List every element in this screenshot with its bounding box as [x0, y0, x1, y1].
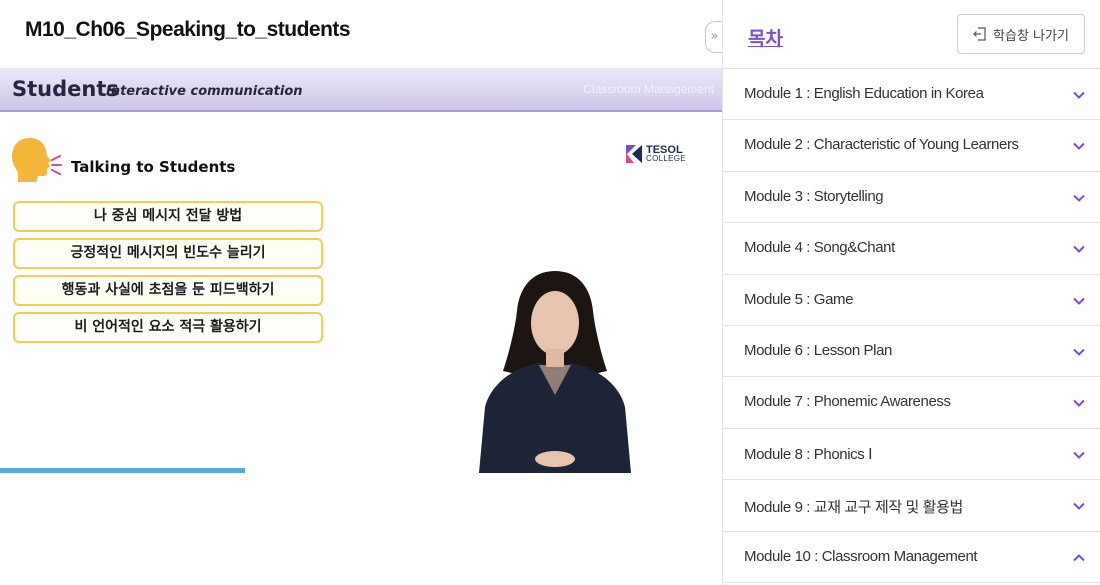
lesson-pane: M10_Ch06_Speaking_to_students » Students… — [0, 0, 723, 585]
slide-header-title: Students — [12, 77, 119, 101]
module-item[interactable]: Module 1 : English Education in Korea — [723, 69, 1100, 121]
chevron-down-icon — [1073, 245, 1085, 254]
speaking-head-icon — [12, 138, 62, 182]
module-item[interactable]: Module 8 : Phonics Ⅰ — [723, 429, 1100, 481]
module-label: Module 7 : Phonemic Awareness — [744, 393, 951, 411]
module-label: Module 8 : Phonics Ⅰ — [744, 445, 873, 463]
module-item[interactable]: Module 10 : Classroom Management — [723, 532, 1100, 583]
module-item[interactable]: Module 2 : Characteristic of Young Learn… — [723, 120, 1100, 172]
video-player[interactable]: Students Interactive communication Class… — [0, 68, 722, 473]
chevron-down-icon — [1073, 451, 1085, 459]
lms-player: M10_Ch06_Speaking_to_students » Students… — [0, 0, 1100, 585]
module-item[interactable]: Module 5 : Game — [723, 275, 1100, 326]
module-list: Module 1 : English Education in Korea Mo… — [723, 68, 1100, 583]
module-label: Module 2 : Characteristic of Young Learn… — [744, 136, 1019, 154]
college-logo-text: COLLEGE — [646, 154, 686, 163]
tip-item: 비 언어적인 요소 적극 활용하기 — [13, 312, 323, 343]
module-label: Module 6 : Lesson Plan — [744, 341, 892, 359]
chevron-down-icon — [1073, 297, 1085, 305]
module-label: Module 1 : English Education in Korea — [744, 85, 984, 102]
module-label: Module 5 : Game — [744, 290, 854, 308]
chevron-down-icon — [1073, 91, 1085, 99]
tesol-college-logo: TESOL COLLEGE — [626, 145, 688, 163]
module-label: Module 9 : 교재 교구 제작 및 활용법 — [744, 499, 963, 517]
chevron-down-icon — [1073, 502, 1085, 511]
slide-section-title: Talking to Students — [71, 158, 236, 176]
tesol-logo-mark-icon — [626, 145, 642, 163]
module-label: Module 4 : Song&Chant — [744, 239, 895, 257]
chevron-down-icon — [1073, 400, 1085, 408]
module-item[interactable]: Module 4 : Song&Chant — [723, 223, 1100, 275]
chevron-up-icon — [1073, 553, 1085, 561]
module-item[interactable]: Module 9 : 교재 교구 제작 및 활용법 — [723, 480, 1100, 532]
toc-panel: 목차 학습창 나가기 Module 1 : English Education … — [722, 0, 1100, 585]
tip-list: 나 중심 메시지 전달 방법 긍정적인 메시지의 빈도수 늘리기 행동과 사실에… — [13, 201, 323, 349]
presenter-video — [479, 271, 631, 473]
slide-header: Students Interactive communication Class… — [0, 68, 722, 112]
slide-header-module: Classroom Management — [583, 82, 714, 96]
module-label: Module 3 : Storytelling — [744, 187, 884, 205]
video-progress-fill — [0, 468, 246, 473]
slide-header-subtitle: Interactive communication — [106, 84, 303, 99]
exit-icon — [973, 27, 986, 41]
collapse-toc-button[interactable]: » — [705, 21, 723, 53]
module-item[interactable]: Module 6 : Lesson Plan — [723, 326, 1100, 378]
tip-item: 나 중심 메시지 전달 방법 — [13, 201, 323, 232]
tip-item: 행동과 사실에 초점을 둔 피드백하기 — [13, 275, 323, 306]
module-item[interactable]: Module 7 : Phonemic Awareness — [723, 377, 1100, 429]
chevron-down-icon — [1073, 143, 1085, 151]
tip-item: 긍정적인 메시지의 빈도수 늘리기 — [13, 238, 323, 269]
toc-title[interactable]: 목차 — [748, 24, 783, 51]
chevron-down-icon — [1073, 348, 1085, 356]
module-item[interactable]: Module 3 : Storytelling — [723, 172, 1100, 224]
exit-learning-label: 학습창 나가기 — [993, 28, 1069, 44]
chevron-down-icon — [1073, 194, 1085, 202]
lesson-title: M10_Ch06_Speaking_to_students — [25, 18, 351, 41]
exit-learning-button[interactable]: 학습창 나가기 — [957, 14, 1085, 54]
module-label: Module 10 : Classroom Management — [744, 547, 978, 565]
video-progress-bar[interactable] — [0, 468, 722, 473]
